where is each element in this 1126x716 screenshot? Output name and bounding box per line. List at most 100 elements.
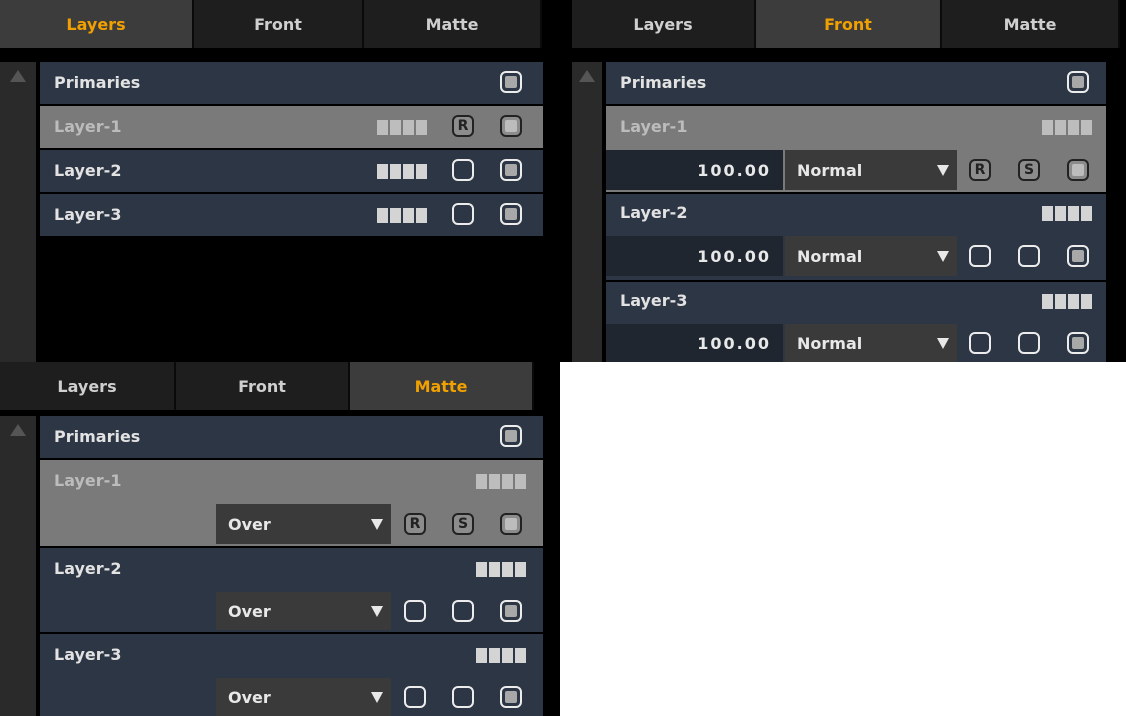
primaries-row[interactable]: Primaries [606, 62, 1106, 104]
scroll-up-arrow-icon[interactable] [10, 424, 26, 436]
blend-mode-dropdown[interactable]: Normal [785, 324, 957, 362]
layer-name: Layer-3 [620, 291, 688, 310]
primaries-row[interactable]: Primaries [40, 62, 543, 104]
opacity-field[interactable]: 100.00 [606, 236, 783, 276]
dropdown-arrow-icon [937, 251, 949, 262]
tab-front[interactable]: Front [176, 362, 350, 410]
layers-panel-b: Layers Front Matte Primaries Layer-1 100… [560, 0, 1126, 362]
layer-row-3[interactable]: Layer-3 100.00 Normal [606, 282, 1106, 362]
scrollbar[interactable] [0, 416, 36, 716]
tab-bar: Layers Front Matte [0, 0, 560, 48]
layers-panel-a: Layers Front Matte Primaries Layer-1 R L… [0, 0, 560, 362]
primaries-label: Primaries [54, 73, 141, 92]
layer-row-2[interactable]: Layer-2 100.00 Normal [606, 194, 1106, 280]
record-button[interactable]: R [969, 159, 991, 181]
visibility-toggle-button[interactable] [500, 513, 522, 535]
layer-level-meter [1042, 120, 1092, 135]
visibility-toggle-button[interactable] [500, 203, 522, 225]
solo-button[interactable]: S [1018, 159, 1040, 181]
scroll-up-arrow-icon[interactable] [579, 70, 595, 82]
toggle-button[interactable] [452, 600, 474, 622]
layer-row-3[interactable]: Layer-3 [40, 194, 543, 236]
tab-layers[interactable]: Layers [572, 0, 756, 48]
layers-panel-c: Layers Front Matte Primaries Layer-1 Ove… [0, 362, 560, 716]
layer-name: Layer-3 [54, 645, 122, 664]
layer-name: Layer-1 [620, 117, 688, 136]
toggle-button[interactable] [452, 203, 474, 225]
toggle-button[interactable] [969, 245, 991, 267]
blend-mode-value: Over [228, 687, 271, 707]
visibility-toggle-button[interactable] [500, 115, 522, 137]
blend-mode-value: Over [228, 514, 271, 534]
tab-matte[interactable]: Matte [364, 0, 542, 48]
primaries-label: Primaries [54, 427, 141, 446]
layer-list: Primaries Layer-1 Over R S Layer-2 Over [40, 416, 543, 716]
scrollbar[interactable] [0, 62, 36, 362]
visibility-toggle-button[interactable] [500, 686, 522, 708]
layer-name: Layer-1 [54, 117, 122, 136]
visibility-toggle-button[interactable] [1067, 245, 1089, 267]
primaries-label: Primaries [620, 73, 707, 92]
toggle-button[interactable] [1018, 332, 1040, 354]
layer-name: Layer-1 [54, 471, 122, 490]
blend-mode-dropdown[interactable]: Over [216, 504, 391, 544]
layer-row-3[interactable]: Layer-3 Over [40, 634, 543, 716]
blend-mode-value: Over [228, 601, 271, 621]
visibility-toggle-button[interactable] [1067, 71, 1089, 93]
blend-mode-dropdown[interactable]: Over [216, 592, 391, 630]
layer-name: Layer-3 [54, 205, 122, 224]
layer-list: Primaries Layer-1 100.00 Normal R S Laye… [606, 62, 1106, 362]
toggle-button[interactable] [969, 332, 991, 354]
layer-level-meter [377, 208, 427, 223]
blend-mode-dropdown[interactable]: Normal [785, 150, 957, 190]
visibility-toggle-button[interactable] [500, 159, 522, 181]
scroll-up-arrow-icon[interactable] [10, 70, 26, 82]
blend-mode-dropdown[interactable]: Over [216, 678, 391, 716]
layer-level-meter [1042, 206, 1092, 221]
visibility-toggle-button[interactable] [500, 600, 522, 622]
tab-matte[interactable]: Matte [942, 0, 1120, 48]
layer-name: Layer-2 [54, 559, 122, 578]
dropdown-arrow-icon [371, 519, 383, 530]
toggle-button[interactable] [452, 686, 474, 708]
toggle-button[interactable] [452, 159, 474, 181]
layer-level-meter [1042, 294, 1092, 309]
layer-row-1[interactable]: Layer-1 R [40, 106, 543, 148]
record-button[interactable]: R [404, 513, 426, 535]
record-button[interactable]: R [452, 115, 474, 137]
dropdown-arrow-icon [937, 165, 949, 176]
layer-level-meter [377, 120, 427, 135]
tab-front[interactable]: Front [194, 0, 364, 48]
blend-mode-value: Normal [797, 160, 863, 180]
opacity-field[interactable]: 100.00 [606, 150, 783, 190]
tab-layers[interactable]: Layers [0, 0, 194, 48]
primaries-row[interactable]: Primaries [40, 416, 543, 458]
toggle-button[interactable] [404, 600, 426, 622]
layer-row-1[interactable]: Layer-1 100.00 Normal R S [606, 106, 1106, 192]
layer-level-meter [476, 648, 526, 663]
toggle-button[interactable] [404, 686, 426, 708]
dropdown-arrow-icon [937, 338, 949, 349]
empty-area [560, 362, 1126, 716]
tab-matte[interactable]: Matte [350, 362, 534, 410]
layer-row-2[interactable]: Layer-2 Over [40, 548, 543, 632]
tab-front[interactable]: Front [756, 0, 942, 48]
dropdown-arrow-icon [371, 606, 383, 617]
layer-row-2[interactable]: Layer-2 [40, 150, 543, 192]
layer-level-meter [476, 562, 526, 577]
tab-bar: Layers Front Matte [0, 362, 560, 410]
opacity-field[interactable]: 100.00 [606, 324, 783, 362]
layer-name: Layer-2 [620, 203, 688, 222]
visibility-toggle-button[interactable] [500, 71, 522, 93]
dropdown-arrow-icon [371, 692, 383, 703]
tab-layers[interactable]: Layers [0, 362, 176, 410]
blend-mode-dropdown[interactable]: Normal [785, 236, 957, 276]
solo-button[interactable]: S [452, 513, 474, 535]
visibility-toggle-button[interactable] [1067, 159, 1089, 181]
scrollbar[interactable] [572, 62, 602, 362]
visibility-toggle-button[interactable] [500, 425, 522, 447]
visibility-toggle-button[interactable] [1067, 332, 1089, 354]
layer-row-1[interactable]: Layer-1 Over R S [40, 460, 543, 546]
layer-level-meter [476, 474, 526, 489]
toggle-button[interactable] [1018, 245, 1040, 267]
